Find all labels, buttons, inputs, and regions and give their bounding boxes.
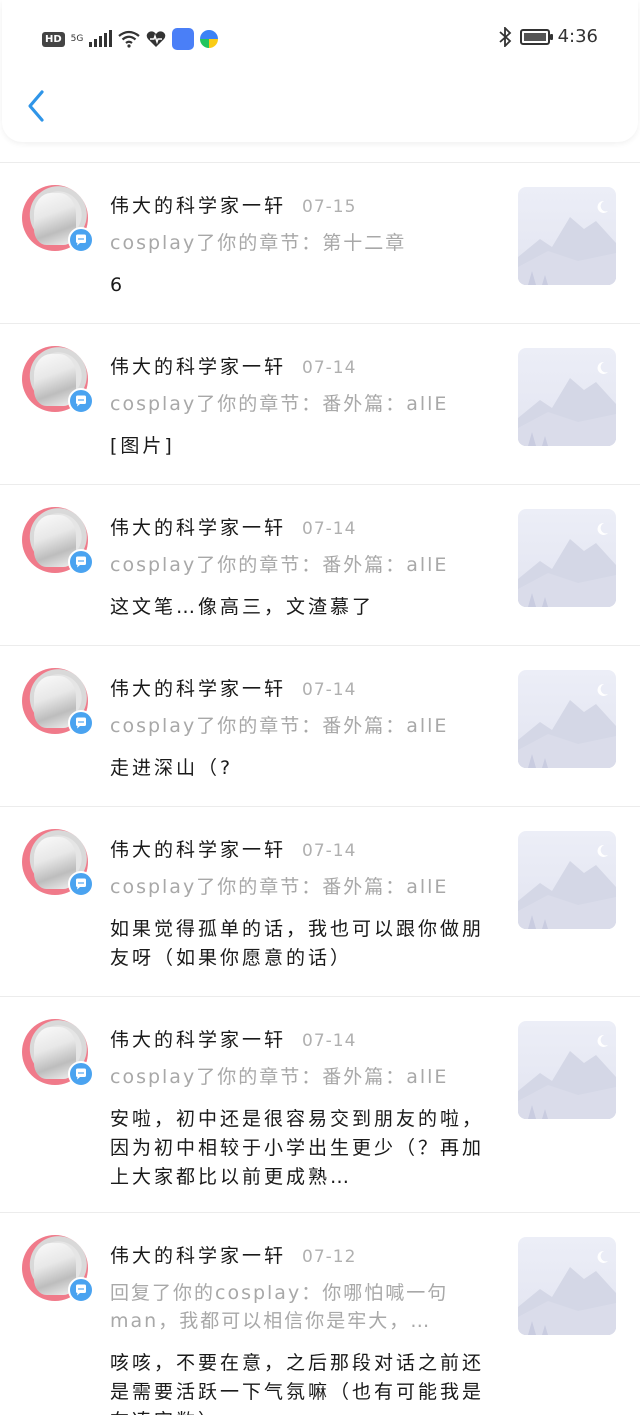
comment-badge: [68, 388, 94, 414]
comment-icon: [76, 878, 86, 890]
notification-item[interactable]: 伟大的科学家一轩 07-15 cosplay了你的章节：第十二章 6: [0, 162, 640, 323]
chevron-left-icon[interactable]: [22, 88, 50, 124]
notification-message: 走进深山（?: [110, 757, 234, 779]
notification-date: 07-14: [302, 680, 357, 700]
status-bar-left: HD 5G: [42, 28, 219, 50]
comment-icon: [76, 556, 86, 568]
comment-badge: [68, 227, 94, 253]
notification-date: 07-14: [302, 1031, 357, 1051]
comment-icon: [76, 395, 86, 407]
signal-icon: [89, 30, 113, 47]
notification-date: 07-14: [302, 519, 357, 539]
notification-item[interactable]: 伟大的科学家一轩 07-14 cosplay了你的章节：番外篇：allE 安啦，…: [0, 996, 640, 1212]
notification-date: 07-14: [302, 841, 357, 861]
notification-message: 这文笔…像高三，文渣慕了: [110, 596, 375, 618]
mountain-placeholder-icon: [518, 844, 616, 929]
notification-action: cosplay了你的章节：第十二章: [110, 232, 407, 254]
app-icon: [172, 28, 195, 50]
bluetooth-icon: [498, 26, 511, 47]
notification-item[interactable]: 伟大的科学家一轩 07-14 cosplay了你的章节：番外篇：allE 如果觉…: [0, 806, 640, 996]
notification-action: cosplay了你的章节：番外篇：allE: [110, 715, 449, 737]
header-bar: [2, 0, 638, 142]
chapter-thumbnail[interactable]: [518, 187, 616, 285]
wifi-icon: [118, 30, 141, 48]
user-name[interactable]: 伟大的科学家一轩: [110, 1241, 286, 1268]
notification-message: 安啦，初中还是很容易交到朋友的啦，因为初中相较于小学出生更少（？再加上大家都比以…: [110, 1108, 485, 1188]
comment-icon: [76, 1284, 86, 1296]
comment-badge: [68, 871, 94, 897]
hd-indicator: HD: [42, 31, 65, 47]
notification-message: 咳咳，不要在意，之后那段对话之前还是需要活跃一下气氛嘛（也有可能我是在凑字数）: [110, 1352, 485, 1415]
notification-message: 6: [110, 274, 126, 296]
notification-action: cosplay了你的章节：番外篇：allE: [110, 554, 449, 576]
user-name[interactable]: 伟大的科学家一轩: [110, 674, 286, 701]
battery-icon: [519, 28, 553, 45]
network-type: 5G: [70, 34, 84, 44]
status-bar-right: 4:36: [498, 26, 598, 47]
user-name[interactable]: 伟大的科学家一轩: [110, 1025, 286, 1052]
comment-badge: [68, 1061, 94, 1087]
user-name[interactable]: 伟大的科学家一轩: [110, 191, 286, 218]
notification-item[interactable]: 伟大的科学家一轩 07-14 cosplay了你的章节：番外篇：allE 这文笔…: [0, 484, 640, 645]
notification-message: [图片]: [110, 435, 175, 457]
comment-icon: [76, 234, 86, 246]
notification-item[interactable]: 伟大的科学家一轩 07-14 cosplay了你的章节：番外篇：allE [图片…: [0, 323, 640, 484]
app-icon-multicolor: [200, 30, 219, 48]
notification-list: 伟大的科学家一轩 07-15 cosplay了你的章节：第十二章 6 伟大的科学…: [0, 162, 640, 1415]
clock: 4:36: [557, 26, 598, 47]
notification-action: cosplay了你的章节：番外篇：allE: [110, 1066, 449, 1088]
chapter-thumbnail[interactable]: [518, 670, 616, 768]
comment-badge: [68, 1277, 94, 1303]
notification-item[interactable]: 伟大的科学家一轩 07-14 cosplay了你的章节：番外篇：allE 走进深…: [0, 645, 640, 806]
notification-action: cosplay了你的章节：番外篇：allE: [110, 876, 449, 898]
mountain-placeholder-icon: [518, 1250, 616, 1335]
comment-badge: [68, 549, 94, 575]
notification-message: 如果觉得孤单的话，我也可以跟你做朋友呀（如果你愿意的话）: [110, 918, 485, 969]
notification-date: 07-12: [302, 1247, 357, 1267]
chapter-thumbnail[interactable]: [518, 348, 616, 446]
notification-date: 07-15: [302, 197, 357, 217]
user-name[interactable]: 伟大的科学家一轩: [110, 513, 286, 540]
comment-icon: [76, 1068, 86, 1080]
mountain-placeholder-icon: [518, 1034, 616, 1119]
user-name[interactable]: 伟大的科学家一轩: [110, 835, 286, 862]
chapter-thumbnail[interactable]: [518, 1237, 616, 1335]
mountain-placeholder-icon: [518, 200, 616, 285]
comment-icon: [76, 717, 86, 729]
mountain-placeholder-icon: [518, 361, 616, 446]
mountain-placeholder-icon: [518, 522, 616, 607]
comment-badge: [68, 710, 94, 736]
heart-icon: [147, 31, 166, 47]
user-name[interactable]: 伟大的科学家一轩: [110, 352, 286, 379]
notification-date: 07-14: [302, 358, 357, 378]
notification-action: 回复了你的cosplay：你哪怕喊一句man，我都可以相信你是牢大，…: [110, 1282, 449, 1332]
mountain-placeholder-icon: [518, 683, 616, 768]
chapter-thumbnail[interactable]: [518, 1021, 616, 1119]
chapter-thumbnail[interactable]: [518, 509, 616, 607]
notification-item[interactable]: 伟大的科学家一轩 07-12 回复了你的cosplay：你哪怕喊一句man，我都…: [0, 1212, 640, 1415]
chapter-thumbnail[interactable]: [518, 831, 616, 929]
notification-action: cosplay了你的章节：番外篇：allE: [110, 393, 449, 415]
